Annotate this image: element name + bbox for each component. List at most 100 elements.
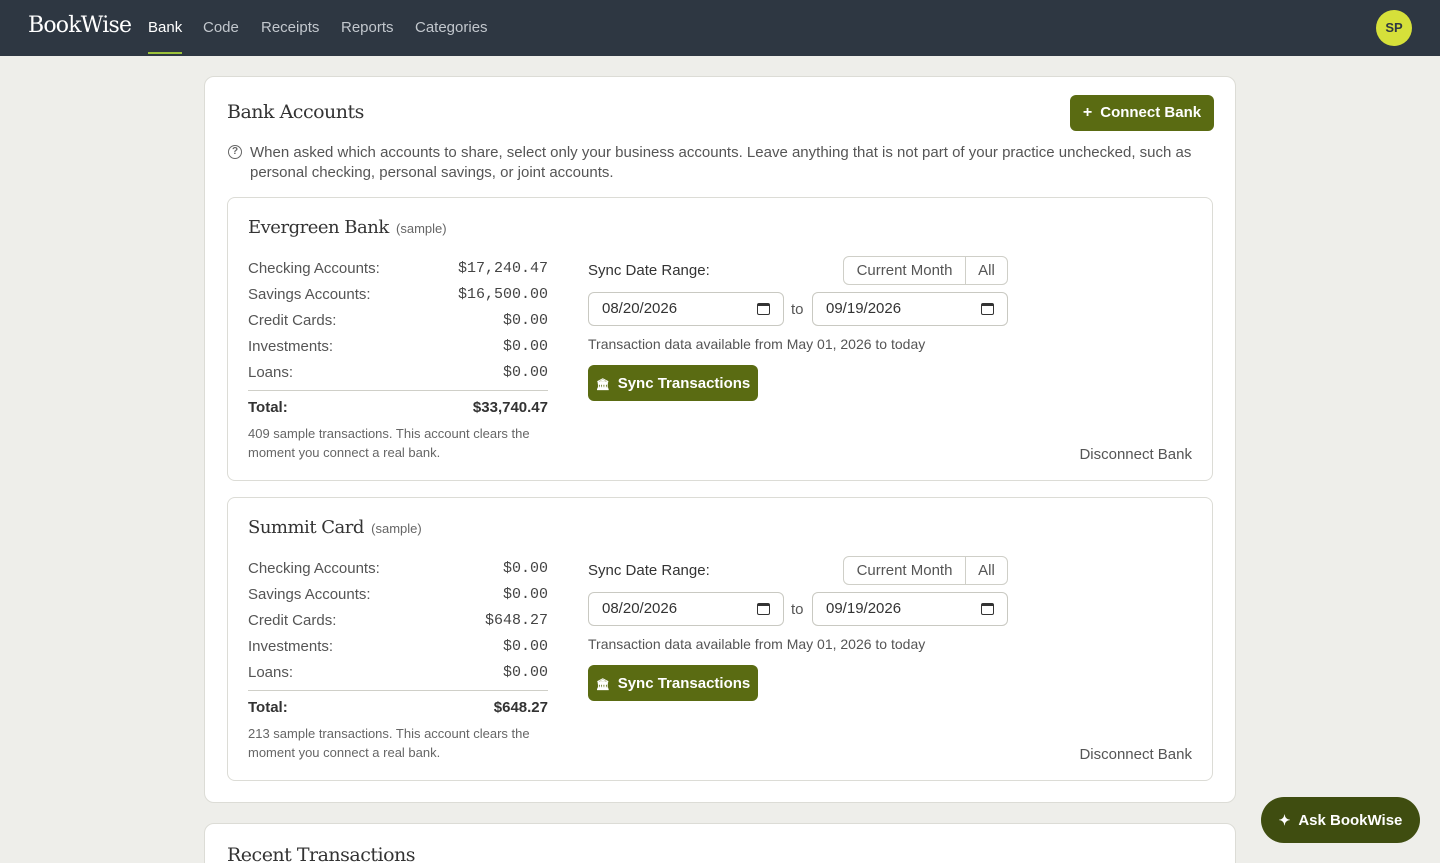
start-date-value: 08/20/2026 — [602, 600, 678, 617]
bank-name-text: Summit Card — [248, 517, 364, 538]
all-range-button[interactable]: All — [966, 557, 1007, 584]
nav-link-bank[interactable]: Bank — [148, 19, 182, 36]
help-circle-icon: ? — [228, 145, 242, 159]
total-value: $648.27 — [493, 699, 548, 716]
calendar-icon[interactable] — [981, 303, 994, 315]
balance-row-checking: Checking Accounts: $0.00 — [248, 560, 548, 580]
sample-tag: (sample) — [371, 521, 422, 536]
balance-value: $0.00 — [502, 638, 548, 655]
sync-button-label: Sync Transactions — [617, 674, 751, 692]
sync-date-range-label: Sync Date Range: — [588, 262, 710, 279]
sample-note: 409 sample transactions. This account cl… — [248, 426, 530, 460]
bank-card-evergreen: Evergreen Bank (sample) Checking Account… — [227, 197, 1213, 481]
nav-link-reports[interactable]: Reports — [341, 19, 394, 36]
balance-label: Loans: — [248, 364, 294, 381]
sample-note: 213 sample transactions. This account cl… — [248, 726, 530, 760]
nav-link-receipts[interactable]: Receipts — [261, 19, 319, 36]
availability-note: Transaction data available from May 01, … — [588, 636, 926, 652]
balance-label: Savings Accounts: — [248, 286, 371, 303]
balance-label: Loans: — [248, 664, 294, 681]
balance-row-credit-cards: Credit Cards: $0.00 — [248, 312, 548, 332]
connect-bank-label: Connect Bank — [1100, 104, 1202, 121]
to-label: to — [791, 601, 804, 618]
share-accounts-notice: When asked which accounts to share, sele… — [250, 144, 1192, 181]
calendar-icon[interactable] — [981, 603, 994, 615]
connect-bank-button[interactable]: + Connect Bank — [1070, 95, 1214, 131]
total-label: Total: — [248, 399, 288, 416]
sync-start-date-input[interactable]: 08/20/2026 — [588, 592, 784, 626]
top-nav: BookWise Bank Code Receipts Reports Cate… — [0, 0, 1440, 56]
current-month-button[interactable]: Current Month — [844, 257, 966, 284]
disconnect-bank-link[interactable]: Disconnect Bank — [1079, 746, 1192, 763]
balance-label: Investments: — [248, 338, 334, 355]
bank-icon: 🏛 — [595, 678, 610, 691]
balance-row-savings: Savings Accounts: $16,500.00 — [248, 286, 548, 306]
ask-assistant-label: Ask BookWise — [1298, 811, 1403, 829]
balance-label: Investments: — [248, 638, 334, 655]
sample-tag: (sample) — [396, 221, 447, 236]
sync-end-date-input[interactable]: 09/19/2026 — [812, 592, 1008, 626]
balance-value: $17,240.47 — [457, 260, 548, 277]
balance-value: $16,500.00 — [457, 286, 548, 303]
sync-button-label: Sync Transactions — [617, 374, 751, 392]
sync-transactions-button[interactable]: 🏛 Sync Transactions — [588, 665, 758, 701]
total-label: Total: — [248, 699, 288, 716]
balance-row-total: Total: $33,740.47 — [248, 399, 548, 419]
balance-row-savings: Savings Accounts: $0.00 — [248, 586, 548, 606]
total-divider — [248, 390, 548, 391]
balance-value: $0.00 — [502, 312, 548, 329]
start-date-value: 08/20/2026 — [602, 300, 678, 317]
bank-icon: 🏛 — [595, 378, 610, 391]
end-date-value: 09/19/2026 — [826, 600, 902, 617]
total-value: $33,740.47 — [472, 399, 548, 416]
calendar-icon[interactable] — [757, 603, 770, 615]
sync-transactions-button[interactable]: 🏛 Sync Transactions — [588, 365, 758, 401]
balance-row-loans: Loans: $0.00 — [248, 364, 548, 384]
sparkle-icon: ✦ — [1278, 811, 1291, 828]
disconnect-bank-link[interactable]: Disconnect Bank — [1079, 446, 1192, 463]
user-avatar[interactable]: SP — [1376, 10, 1412, 46]
balance-value: $0.00 — [502, 364, 548, 381]
bank-name: Evergreen Bank (sample) — [248, 217, 447, 238]
nav-link-code[interactable]: Code — [203, 19, 239, 36]
balance-row-investments: Investments: $0.00 — [248, 638, 548, 658]
bank-accounts-title: Bank Accounts — [227, 101, 364, 123]
balance-label: Credit Cards: — [248, 612, 337, 629]
balance-row-loans: Loans: $0.00 — [248, 664, 548, 684]
total-divider — [248, 690, 548, 691]
sync-start-date-input[interactable]: 08/20/2026 — [588, 292, 784, 326]
end-date-value: 09/19/2026 — [826, 300, 902, 317]
balance-row-checking: Checking Accounts: $17,240.47 — [248, 260, 548, 280]
bank-card-summit: Summit Card (sample) Checking Accounts: $… — [227, 497, 1213, 781]
balance-row-credit-cards: Credit Cards: $648.27 — [248, 612, 548, 632]
all-range-button[interactable]: All — [966, 257, 1007, 284]
balance-row-investments: Investments: $0.00 — [248, 338, 548, 358]
to-label: to — [791, 301, 804, 318]
balance-label: Checking Accounts: — [248, 260, 380, 277]
balance-value: $648.27 — [484, 612, 548, 629]
app-logo[interactable]: BookWise — [28, 13, 132, 38]
bank-name-text: Evergreen Bank — [248, 217, 389, 238]
availability-note: Transaction data available from May 01, … — [588, 336, 926, 352]
active-tab-indicator — [148, 52, 182, 54]
balance-value: $0.00 — [502, 586, 548, 603]
sync-end-date-input[interactable]: 09/19/2026 — [812, 292, 1008, 326]
balance-value: $0.00 — [502, 664, 548, 681]
bank-name: Summit Card (sample) — [248, 517, 422, 538]
balance-value: $0.00 — [502, 338, 548, 355]
balance-row-total: Total: $648.27 — [248, 699, 548, 719]
bank-accounts-panel: Bank Accounts + Connect Bank ? When asked… — [204, 76, 1236, 803]
current-month-button[interactable]: Current Month — [844, 557, 966, 584]
range-preset-toggle: Current Month All — [843, 256, 1008, 285]
balance-label: Credit Cards: — [248, 312, 337, 329]
range-preset-toggle: Current Month All — [843, 556, 1008, 585]
sync-date-range-label: Sync Date Range: — [588, 562, 710, 579]
balance-label: Checking Accounts: — [248, 560, 380, 577]
nav-link-categories[interactable]: Categories — [415, 19, 488, 36]
recent-transactions-title: Recent Transactions — [227, 844, 416, 863]
plus-icon: + — [1082, 104, 1093, 121]
calendar-icon[interactable] — [757, 303, 770, 315]
recent-transactions-panel: Recent Transactions — [204, 823, 1236, 863]
ask-assistant-button[interactable]: ✦ Ask BookWise — [1261, 797, 1420, 843]
balance-label: Savings Accounts: — [248, 586, 371, 603]
